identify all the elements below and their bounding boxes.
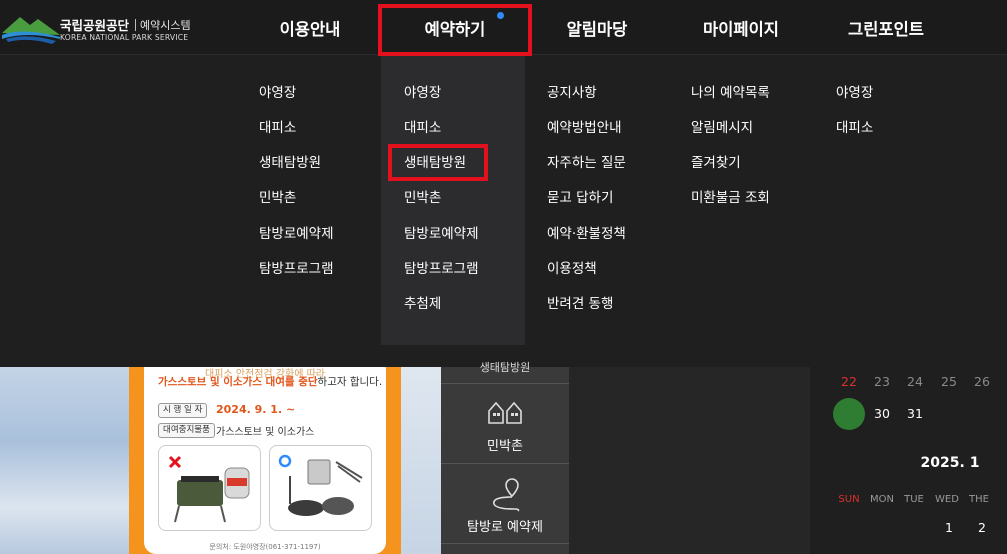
menu-item[interactable]: 자주하는 질문 — [547, 151, 626, 171]
poster-contact: 문의처: 도원야영장(061-371-1197) — [209, 543, 321, 551]
quick-side-menu: 생태탐방원 민박촌 탐방로 예약제 — [441, 361, 569, 554]
nav-notice[interactable]: 알림마당 — [549, 0, 645, 55]
notice-popup-poster[interactable]: 대피소 안전점검 강화에 따라 가스스토브 및 이소가스 대여를 중단하고자 합… — [129, 367, 401, 554]
calendar-day[interactable]: 2 — [967, 520, 997, 535]
logo-korean-name: 국립공원공단 — [60, 18, 130, 33]
calendar-day[interactable]: 31 — [900, 406, 930, 421]
nav-mypage[interactable]: 마이페이지 — [693, 0, 789, 55]
calendar-weekday: THE — [969, 494, 989, 505]
active-column-bg — [381, 56, 525, 345]
mega-menu: 야영장 대피소 생태탐방원 민박촌 탐방로예약제 탐방프로그램 야영장 대피소 … — [0, 56, 1007, 367]
logo-english-name: KOREA NATIONAL PARK SERVICE — [60, 33, 189, 42]
menu-item[interactable]: 추첨제 — [404, 292, 441, 312]
menu-item[interactable]: 탐방로예약제 — [404, 222, 479, 242]
menu-item[interactable]: 야영장 — [404, 81, 441, 101]
menu-item[interactable]: 즐겨찾기 — [691, 151, 741, 171]
nav-greenpoint[interactable]: 그린포인트 — [838, 0, 934, 55]
header: 국립공원공단 예약시스템 KOREA NATIONAL PARK SERVICE… — [0, 0, 1007, 55]
side-item-minbak[interactable]: 민박촌 — [441, 435, 569, 454]
gas-stove-icon — [174, 467, 250, 523]
side-divider — [441, 543, 569, 544]
page-content: 대피소 안전점검 강화에 따라 가스스토브 및 이소가스 대여를 중단하고자 합… — [0, 361, 1007, 554]
side-divider — [441, 463, 569, 464]
side-item-trail-reservation[interactable]: 탐방로 예약제 — [441, 516, 569, 535]
menu-item[interactable]: 대피소 — [404, 116, 441, 136]
park-logo-icon — [2, 17, 60, 44]
poster-date: 2024. 9. 1. ~ — [216, 403, 296, 416]
poster-tag-date: 시 행 일 자 — [158, 403, 208, 418]
menu-item[interactable]: 공지사항 — [547, 81, 597, 101]
menu-item[interactable]: 나의 예약목록 — [691, 81, 770, 101]
calendar-weekday: SUN — [838, 494, 860, 505]
calendar-day[interactable]: 30 — [867, 406, 897, 421]
calendar-weekday: WED — [935, 494, 959, 505]
houses-icon — [488, 401, 522, 424]
trail-route-icon — [493, 478, 520, 512]
logo-system-name: 예약시스템 — [140, 19, 191, 32]
menu-item[interactable]: 미환불금 조회 — [691, 186, 770, 206]
calendar-day[interactable]: 1 — [934, 520, 964, 535]
calendar-day[interactable]: 23 — [867, 374, 897, 389]
calendar-day[interactable]: 25 — [934, 374, 964, 389]
calendar-day-today[interactable]: 29 — [834, 406, 864, 421]
menu-item[interactable]: 야영장 — [259, 81, 296, 101]
calendar-day[interactable]: 26 — [967, 374, 997, 389]
poster-card-cookware — [269, 445, 372, 531]
poster-card-stove — [158, 445, 261, 531]
poster-body: 대피소 안전점검 강화에 따라 가스스토브 및 이소가스 대여를 중단하고자 합… — [144, 367, 386, 554]
menu-item[interactable]: 알림메시지 — [691, 116, 753, 136]
menu-item[interactable]: 예약방법안내 — [547, 116, 622, 136]
menu-item-eco-center[interactable]: 생태탐방원 — [404, 151, 466, 171]
menu-item[interactable]: 대피소 — [836, 116, 873, 136]
site-logo[interactable]: 국립공원공단 예약시스템 KOREA NATIONAL PARK SERVICE — [2, 11, 212, 45]
menu-item[interactable]: 민박촌 — [404, 186, 441, 206]
menu-item[interactable]: 민박촌 — [259, 186, 296, 206]
menu-item[interactable]: 이용정책 — [547, 257, 597, 277]
calendar-day[interactable]: 24 — [900, 374, 930, 389]
background-sky-strip — [400, 367, 442, 554]
calendar-weekday: MON — [870, 494, 894, 505]
calendar-month-title: 2025. 1 — [920, 455, 980, 471]
menu-item[interactable]: 예약·환불정책 — [547, 222, 626, 242]
menu-item[interactable]: 야영장 — [836, 81, 873, 101]
menu-item[interactable]: 탐방로예약제 — [259, 222, 334, 242]
poster-headline-rest: 하고자 합니다. — [317, 376, 383, 388]
menu-item[interactable]: 묻고 답하기 — [547, 186, 613, 206]
menu-item[interactable]: 반려견 동행 — [547, 292, 613, 312]
calendar-day[interactable]: 22 — [834, 374, 864, 389]
poster-headline-bold: 가스스토브 및 이소가스 대여를 중단 — [158, 376, 318, 388]
nav-reservation[interactable]: 예약하기 — [380, 0, 530, 55]
menu-item[interactable]: 생태탐방원 — [259, 151, 321, 171]
reservation-calendar: 22 23 24 25 26 29 30 31 2025. 1 SUN MON … — [810, 367, 1007, 554]
poster-item: 가스스토브 및 이소가스 — [216, 427, 315, 438]
content-panel — [569, 367, 810, 554]
side-item-partial[interactable]: 생태탐방원 — [441, 359, 569, 375]
nav-info[interactable]: 이용안내 — [262, 0, 358, 55]
poster-tag-item: 대여중지물품 — [158, 423, 215, 438]
calendar-weekday: TUE — [904, 494, 924, 505]
menu-item[interactable]: 탐방프로그램 — [259, 257, 334, 277]
side-divider — [441, 383, 569, 384]
active-indicator-dot — [497, 12, 504, 19]
menu-item[interactable]: 대피소 — [259, 116, 296, 136]
poster-headline: 가스스토브 및 이소가스 대여를 중단하고자 합니다. — [158, 374, 382, 389]
logo-divider — [135, 19, 136, 31]
menu-item[interactable]: 탐방프로그램 — [404, 257, 479, 277]
cookware-icon — [288, 459, 363, 516]
